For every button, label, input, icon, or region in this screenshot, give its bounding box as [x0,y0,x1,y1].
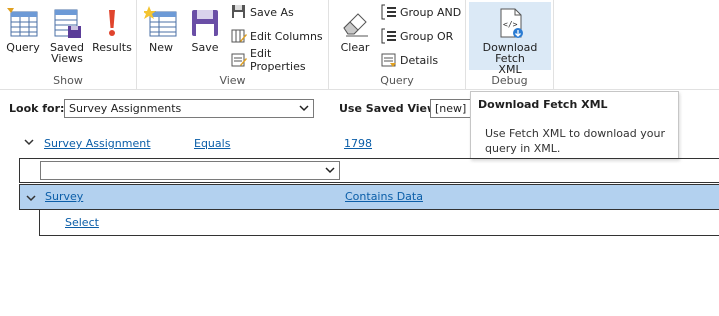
floppy-disk-icon [188,6,222,40]
ribbon-group-view: New Save Save As Edit Columns Edit Prope… [137,0,329,90]
results-button[interactable]: Results [91,2,133,70]
edit-properties-label: Edit Properties [250,47,306,73]
group-label-show: Show [53,74,83,87]
group-label-debug: Debug [491,74,528,87]
exclamation-icon [95,6,129,40]
edit-columns-icon [231,28,247,44]
edit-properties-button[interactable]: Edit Properties [231,47,328,73]
related-operator-link[interactable]: Contains Data [345,190,423,203]
new-criteria-row [19,158,719,183]
details-label: Details [400,53,439,67]
results-label: Results [92,41,132,54]
group-or-icon [381,28,397,44]
save-as-icon [231,4,247,20]
new-label: New [149,41,173,54]
group-and-label: Group AND [400,5,462,19]
ribbon-group-show: Query Saved Views Results Show [0,0,137,90]
save-as-label: Save As [250,5,294,19]
edit-properties-icon [231,52,247,68]
look-for-value: Survey Assignments [69,102,182,115]
clear-label: Clear [340,41,370,54]
ribbon-group-query: Clear Group AND Group OR Details Query [329,0,466,90]
look-for-label: Look for: [9,102,65,115]
edit-columns-button[interactable]: Edit Columns [231,26,323,46]
group-and-button[interactable]: Group AND [381,2,461,22]
details-button[interactable]: Details [381,50,438,70]
new-criteria-field-select[interactable] [40,161,340,180]
criteria-value-link[interactable]: 1798 [344,137,372,150]
saved-views-icon [50,6,84,40]
query-label: Query [6,41,40,54]
group-label-query: Query [380,74,414,87]
criteria-row-1: Survey Assignment Equals 1798 [0,134,719,154]
ribbon: Query Saved Views Results Show New Save … [0,0,719,90]
query-grid-icon [6,6,40,40]
save-button[interactable]: Save [187,2,223,70]
criteria-operator-link[interactable]: Equals [194,137,230,150]
collapse-chevron-icon[interactable] [24,137,34,150]
chevron-down-icon [299,103,309,113]
group-or-label: Group OR [400,29,454,43]
svg-text:</>: </> [503,20,518,29]
clear-button[interactable]: Clear [337,2,373,70]
query-button[interactable]: Query [3,2,43,70]
download-fetch-xml-label-1: Download Fetch [482,41,538,65]
saved-view-value: [new] [435,102,467,115]
group-and-icon [381,4,397,20]
related-entity-link[interactable]: Survey [45,190,83,203]
saved-views-button[interactable]: Saved Views [47,2,87,70]
save-label: Save [191,41,219,54]
select-link[interactable]: Select [65,216,99,229]
save-as-button[interactable]: Save As [231,2,294,22]
look-for-select[interactable]: Survey Assignments [64,99,314,118]
group-label-view: View [219,74,246,87]
details-icon [381,52,397,68]
new-grid-icon [142,6,178,40]
saved-views-label-2: Views [51,52,83,65]
chevron-down-icon [325,165,335,175]
criteria-field-link[interactable]: Survey Assignment [44,137,151,150]
ribbon-group-debug: </> Download Fetch XML Debug [466,0,554,90]
collapse-chevron-icon[interactable] [26,193,36,206]
edit-columns-label: Edit Columns [250,29,323,43]
related-entity-row[interactable]: Survey Contains Data [19,184,719,210]
download-fetch-xml-icon: </> [493,6,527,40]
eraser-icon [338,6,372,40]
saved-view-label: Use Saved View: [339,102,442,115]
new-button[interactable]: New [142,2,179,70]
select-row: Select [39,210,719,236]
download-fetch-xml-button[interactable]: </> Download Fetch XML [469,2,551,75]
group-or-button[interactable]: Group OR [381,26,453,46]
tooltip-title: Download Fetch XML [478,98,608,111]
